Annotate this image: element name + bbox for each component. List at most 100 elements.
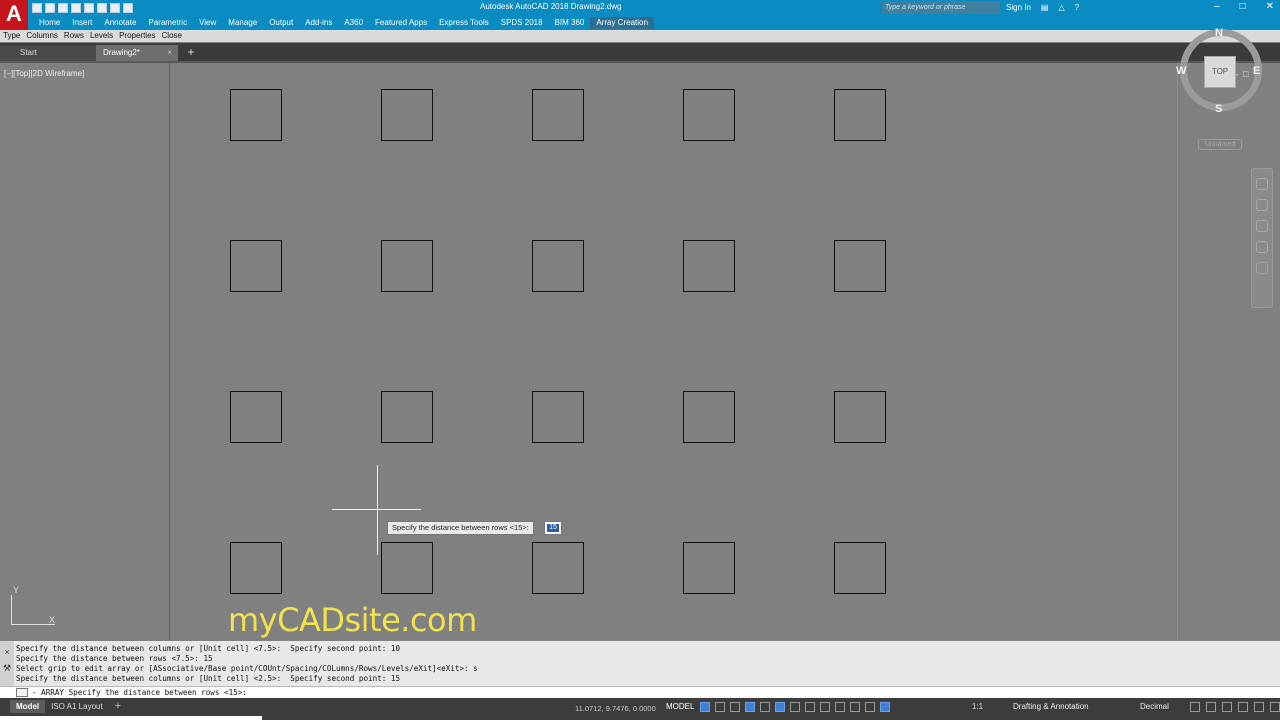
annotation-monitor-icon[interactable] xyxy=(880,702,890,712)
array-item[interactable] xyxy=(532,542,584,594)
quick-properties-icon[interactable] xyxy=(1190,702,1200,712)
steering-wheel-icon[interactable] xyxy=(1256,178,1268,190)
plot-icon[interactable] xyxy=(84,3,94,13)
new-tab-button[interactable]: + xyxy=(183,45,199,61)
panel-columns[interactable]: Columns xyxy=(23,30,61,42)
save-as-icon[interactable] xyxy=(71,3,81,13)
compass-west[interactable]: W xyxy=(1176,65,1186,77)
auto-scale-icon[interactable] xyxy=(865,702,875,712)
tab-home[interactable]: Home xyxy=(33,17,66,29)
array-item[interactable] xyxy=(381,391,433,443)
ortho-icon[interactable] xyxy=(730,702,740,712)
clean-screen-icon[interactable] xyxy=(1254,702,1264,712)
restore-icon[interactable]: □ xyxy=(1240,1,1246,12)
orbit-icon[interactable] xyxy=(1256,241,1268,253)
array-item[interactable] xyxy=(532,89,584,141)
drawing-area[interactable]: [−][Top][2D Wireframe] – □ × Specify the… xyxy=(0,63,1280,640)
help-icon[interactable]: ? xyxy=(1075,3,1079,12)
redo-icon[interactable] xyxy=(110,3,120,13)
add-layout-button[interactable]: + xyxy=(109,700,127,713)
snap-icon[interactable] xyxy=(715,702,725,712)
object-snap-icon[interactable] xyxy=(790,702,800,712)
tab-express-tools[interactable]: Express Tools xyxy=(433,17,495,29)
tab-bim-360[interactable]: BIM 360 xyxy=(549,17,591,29)
panel-close[interactable]: Close xyxy=(159,30,185,42)
compass-north[interactable]: N xyxy=(1215,27,1223,39)
customization-icon[interactable] xyxy=(1270,702,1280,712)
object-snap-tracking-icon[interactable] xyxy=(775,702,785,712)
array-item[interactable] xyxy=(230,542,282,594)
showmotion-icon[interactable] xyxy=(1256,262,1268,274)
array-item[interactable] xyxy=(230,391,282,443)
array-item[interactable] xyxy=(834,240,886,292)
array-item[interactable] xyxy=(532,240,584,292)
application-menu-button[interactable]: A xyxy=(0,0,28,30)
tab-drawing2[interactable]: Drawing2* × xyxy=(96,45,178,61)
pan-icon[interactable] xyxy=(1256,199,1268,211)
tab-output[interactable]: Output xyxy=(263,17,299,29)
array-item[interactable] xyxy=(683,391,735,443)
layout-tab-iso-a1-layout[interactable]: ISO A1 Layout xyxy=(45,700,109,713)
transparency-icon[interactable] xyxy=(820,702,830,712)
annotation-visibility-icon[interactable] xyxy=(850,702,860,712)
dynamic-input-field[interactable]: 15 xyxy=(544,521,562,535)
workspace-switch[interactable]: Drafting & Annotation xyxy=(1013,702,1089,711)
annotation-scale[interactable]: 1:1 xyxy=(972,702,983,711)
compass-south[interactable]: S xyxy=(1215,103,1222,115)
close-command-icon[interactable]: × xyxy=(0,647,14,657)
tab-insert[interactable]: Insert xyxy=(66,17,98,29)
sign-in-button[interactable]: Sign In xyxy=(1006,3,1031,12)
tab-start[interactable]: Start xyxy=(0,45,96,61)
array-item[interactable] xyxy=(834,89,886,141)
lineweight-icon[interactable] xyxy=(805,702,815,712)
command-line-text[interactable]: - ARRAY Specify the distance between row… xyxy=(32,687,247,698)
lock-ui-icon[interactable] xyxy=(1206,702,1216,712)
wcs-menu-button[interactable]: Unnamed xyxy=(1198,139,1242,150)
tab-a360[interactable]: A360 xyxy=(338,17,369,29)
array-item[interactable] xyxy=(381,240,433,292)
viewport-controls-label[interactable]: [−][Top][2D Wireframe] xyxy=(4,69,84,78)
undo-icon[interactable] xyxy=(97,3,107,13)
panel-properties[interactable]: Properties xyxy=(116,30,158,42)
panel-levels[interactable]: Levels xyxy=(87,30,116,42)
compass-east[interactable]: E xyxy=(1253,65,1260,77)
autodesk-icon[interactable]: △ xyxy=(1058,3,1064,12)
grid-icon[interactable] xyxy=(700,702,710,712)
save-icon[interactable] xyxy=(58,3,68,13)
tab-annotate[interactable]: Annotate xyxy=(98,17,142,29)
array-item[interactable] xyxy=(834,542,886,594)
isolate-objects-icon[interactable] xyxy=(1222,702,1232,712)
isodraft-icon[interactable] xyxy=(760,702,770,712)
hardware-acceleration-icon[interactable] xyxy=(1238,702,1248,712)
array-item[interactable] xyxy=(683,89,735,141)
open-icon[interactable] xyxy=(45,3,55,13)
zoom-icon[interactable] xyxy=(1256,220,1268,232)
array-item[interactable] xyxy=(230,240,282,292)
tab-parametric[interactable]: Parametric xyxy=(142,17,193,29)
polar-icon[interactable] xyxy=(745,702,755,712)
exchange-icon[interactable]: ▤ xyxy=(1041,3,1049,12)
tab-array-creation[interactable]: Array Creation xyxy=(590,17,654,29)
tab-view[interactable]: View xyxy=(193,17,222,29)
panel-type[interactable]: Type xyxy=(0,30,23,42)
array-item[interactable] xyxy=(381,89,433,141)
array-item[interactable] xyxy=(381,542,433,594)
new-icon[interactable] xyxy=(32,3,42,13)
help-search-input[interactable]: Type a keyword or phrase xyxy=(882,1,1000,14)
tab-spds-2018[interactable]: SPDS 2018 xyxy=(495,17,549,29)
share-icon[interactable] xyxy=(123,3,133,13)
panel-rows[interactable]: Rows xyxy=(61,30,87,42)
array-item[interactable] xyxy=(683,240,735,292)
layout-tab-model[interactable]: Model xyxy=(10,700,46,713)
customize-icon[interactable]: ⚒ xyxy=(0,663,14,674)
viewcube-top-face[interactable]: TOP xyxy=(1204,56,1236,88)
units-menu[interactable]: Decimal xyxy=(1140,702,1169,711)
minimize-icon[interactable]: – xyxy=(1214,1,1220,12)
command-line[interactable]: - ARRAY Specify the distance between row… xyxy=(0,686,1280,698)
model-space-button[interactable]: MODEL xyxy=(666,702,694,711)
selection-cycling-icon[interactable] xyxy=(835,702,845,712)
array-item[interactable] xyxy=(230,89,282,141)
array-item[interactable] xyxy=(834,391,886,443)
tab-manage[interactable]: Manage xyxy=(222,17,263,29)
tab-add-ins[interactable]: Add-ins xyxy=(299,17,338,29)
